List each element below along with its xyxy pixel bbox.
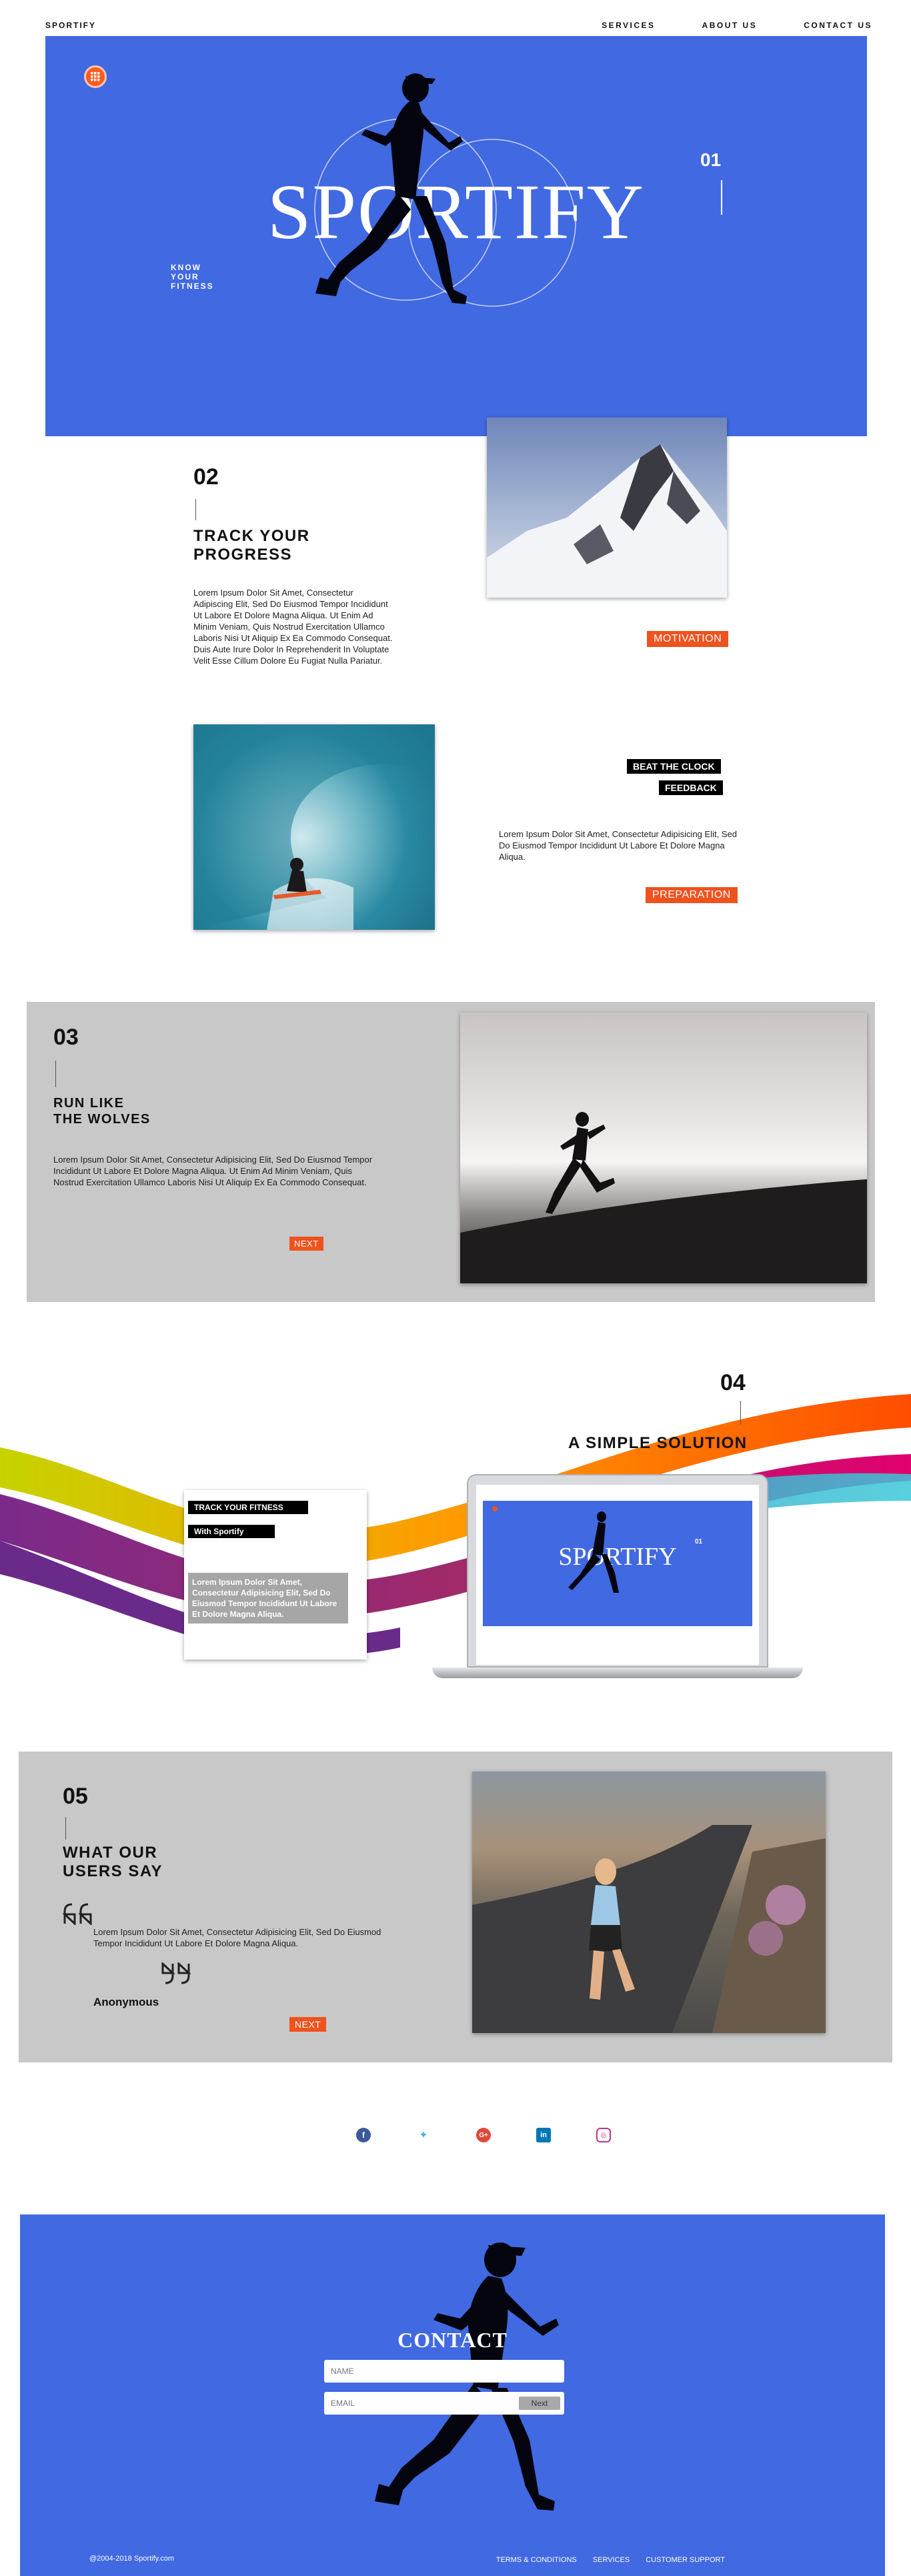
screen-banner: SPORTIFY 01 bbox=[483, 1501, 752, 1626]
hero-section-number: 01 bbox=[700, 149, 722, 170]
s05-next-button[interactable]: NEXT bbox=[289, 2017, 327, 2032]
s03-number: 03 bbox=[53, 1025, 79, 1050]
beat-the-clock-button[interactable]: BEAT THE CLOCK bbox=[627, 759, 721, 774]
card-tag-with-sportify: With Sportify bbox=[188, 1525, 275, 1538]
s05-quote: Lorem Ipsum Dolor Sit Amet, Consectetur … bbox=[93, 1927, 381, 1948]
screen-runner bbox=[568, 1511, 619, 1593]
mountain-shape bbox=[487, 444, 727, 598]
contact-section: CONTACT Next @2004-2018 Sportify.com TER… bbox=[20, 2214, 885, 2576]
mountain-photo bbox=[487, 418, 727, 598]
hero-tagline: KNOW YOUR FITNESS bbox=[171, 263, 214, 291]
contact-title: CONTACT bbox=[397, 2328, 508, 2352]
copyright: @2004-2018 Sportify.com bbox=[89, 2555, 175, 2563]
hill-runner-shape bbox=[460, 1112, 867, 1283]
nav-links: SERVICES ABOUT US CONTACT US bbox=[602, 21, 872, 30]
surfer-shape bbox=[193, 724, 435, 930]
screen-menu-dot bbox=[492, 1506, 498, 1511]
motivation-button[interactable]: MOTIVATION bbox=[647, 631, 729, 647]
card-tag-track: TRACK YOUR FITNESS bbox=[188, 1501, 308, 1514]
woman-running-photo bbox=[472, 1772, 826, 2033]
linkedin-icon[interactable]: in bbox=[536, 2128, 551, 2142]
s03-divider bbox=[55, 1061, 56, 1087]
screen-number: 01 bbox=[695, 1538, 703, 1545]
top-nav: SPORTIFY SERVICES ABOUT US CONTACT US bbox=[0, 0, 911, 35]
grid-icon bbox=[91, 72, 100, 81]
google-plus-icon[interactable]: G+ bbox=[476, 2128, 491, 2142]
s04-number: 04 bbox=[720, 1370, 746, 1395]
twitter-icon[interactable]: ✦ bbox=[416, 2128, 431, 2142]
s03-next-button[interactable]: NEXT bbox=[289, 1237, 323, 1251]
menu-button[interactable] bbox=[84, 65, 107, 88]
s05-author: Anonymous bbox=[93, 1996, 159, 2008]
hero-divider bbox=[721, 180, 722, 215]
s04-card: TRACK YOUR FITNESS With Sportify Lorem I… bbox=[184, 1490, 367, 1660]
hero-banner: SPORTIFY 01 KNOW YOUR FITNESS bbox=[45, 36, 867, 436]
nav-services[interactable]: SERVICES bbox=[602, 21, 655, 30]
s05-divider bbox=[65, 1817, 66, 1840]
s03-text: Lorem Ipsum Dolor Sit Amet, Consectetur … bbox=[53, 1155, 373, 1187]
s02-heading: TRACK YOUR PROGRESS bbox=[193, 527, 310, 564]
runner-hill-photo bbox=[460, 1013, 867, 1283]
laptop-mockup: SPORTIFY 01 bbox=[432, 1474, 803, 1689]
laptop-screen: SPORTIFY 01 bbox=[476, 1485, 759, 1665]
s03-heading: RUN LIKE THE WOLVES bbox=[53, 1096, 151, 1127]
close-quote-icon bbox=[161, 1962, 191, 1984]
contact-next-button[interactable]: Next bbox=[519, 2397, 560, 2410]
s05-heading: WHAT OUR USERS SAY bbox=[63, 1844, 163, 1880]
preparation-button[interactable]: PREPARATION bbox=[646, 887, 738, 903]
footer-terms[interactable]: TERMS & CONDITIONS bbox=[496, 2556, 577, 2564]
footer-links: TERMS & CONDITIONS SERVICES CUSTOMER SUP… bbox=[496, 2556, 725, 2564]
s05-number: 05 bbox=[63, 1784, 88, 1809]
nav-about[interactable]: ABOUT US bbox=[702, 21, 758, 30]
s02-divider bbox=[195, 499, 196, 520]
s04-divider bbox=[740, 1401, 741, 1425]
footer-services[interactable]: SERVICES bbox=[593, 2556, 630, 2564]
facebook-icon[interactable]: f bbox=[356, 2128, 371, 2142]
social-icons: f ✦ G+ in ◎ bbox=[356, 2128, 611, 2142]
s02-text2: Lorem Ipsum Dolor Sit Amet, Consectetur … bbox=[499, 829, 737, 862]
brand-logo[interactable]: SPORTIFY bbox=[45, 21, 96, 30]
instagram-icon[interactable]: ◎ bbox=[596, 2128, 611, 2142]
card-text: Lorem Ipsum Dolor Sit Amet, Consectetur … bbox=[188, 1573, 348, 1624]
name-input[interactable] bbox=[324, 2360, 564, 2383]
surf-photo bbox=[193, 724, 435, 930]
feedback-button[interactable]: FEEDBACK bbox=[659, 780, 723, 795]
runner-silhouette bbox=[315, 73, 467, 304]
s02-number: 02 bbox=[193, 464, 219, 490]
woman-road-shape bbox=[472, 1825, 826, 2033]
open-quote-icon bbox=[63, 1903, 92, 1925]
nav-contact[interactable]: CONTACT US bbox=[804, 21, 872, 30]
laptop-base bbox=[432, 1668, 803, 1678]
s04-heading: A SIMPLE SOLUTION bbox=[568, 1434, 748, 1452]
s02-text: Lorem Ipsum Dolor Sit Amet, Consectetur … bbox=[193, 588, 393, 666]
footer-support[interactable]: CUSTOMER SUPPORT bbox=[646, 2556, 725, 2564]
